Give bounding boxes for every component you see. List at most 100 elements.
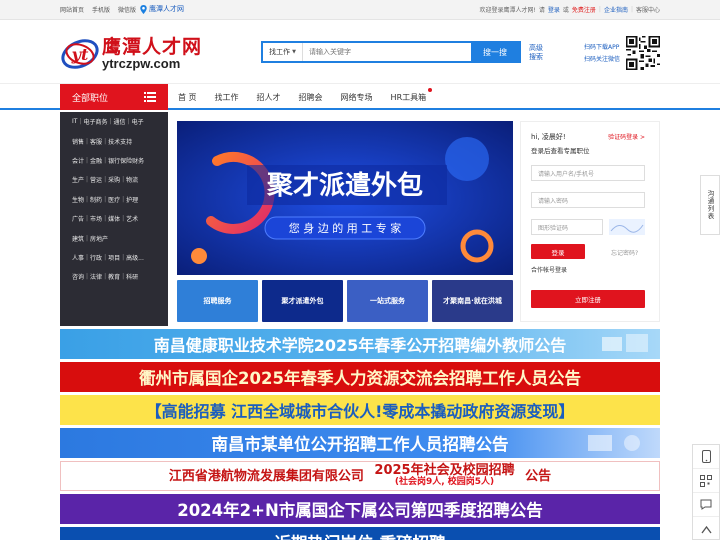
search-input[interactable] (303, 43, 471, 61)
category-link[interactable]: 技术支持 (108, 137, 132, 146)
category-link[interactable]: 生产 (72, 175, 84, 184)
category-row: 建筑 | 房地产 (60, 228, 168, 247)
enterprise-guide-link[interactable]: 企业指南 (604, 5, 628, 14)
location-selector[interactable]: 鹰潭人才网 (140, 4, 184, 14)
top-bar: 网站首页 手机版 微信版 鹰潭人才网 欢迎登录鹰潭人才网! 请 登录 或 免费注… (0, 0, 720, 20)
all-jobs-menu[interactable]: 全部职位 (60, 84, 168, 110)
category-link[interactable]: 金融 (90, 156, 102, 165)
category-link[interactable]: 建筑 (72, 234, 84, 243)
ad-banner[interactable]: 【高能招募 江西全域城市合伙人!零成本撬动政府资源变现】 (60, 395, 660, 425)
category-link[interactable]: 行政 (90, 253, 102, 262)
wechat-follow-text[interactable]: 扫码关注微信 (584, 54, 620, 66)
ad-text: 【高能招募 江西全域城市合伙人!零成本撬动政府资源变现】 (145, 402, 575, 421)
ad-text: 2024年2+N市属国企下属公司第四季度招聘公告 (177, 501, 543, 520)
register-button[interactable]: 立即注册 (531, 290, 645, 308)
category-link[interactable]: 人事 (72, 253, 84, 262)
service-center-link[interactable]: 客服中心 (636, 5, 660, 14)
category-link[interactable]: IT (72, 118, 77, 125)
side-qr-button[interactable] (693, 469, 719, 493)
category-link[interactable]: 营运 (90, 175, 102, 184)
category-link[interactable]: 项目 (108, 253, 120, 262)
nav-hr-toolbox-label: HR工具箱 (390, 93, 427, 102)
banner-thumbnail[interactable]: 招聘服务 (177, 280, 258, 322)
site-logo[interactable]: yt 鹰潭人才网 ytrczpw.com (60, 32, 201, 78)
nav-find-job[interactable]: 找工作 (215, 92, 239, 103)
category-separator: | (109, 118, 112, 126)
ad-text-stack: 2025年社会及校园招聘 (社会岗9人, 校园岗5人) (374, 464, 514, 487)
ad-text-group: 江西省港航物流发展集团有限公司 2025年社会及校园招聘 (社会岗9人, 校园岗… (169, 464, 552, 487)
banner-thumbnail[interactable]: 一站式服务 (347, 280, 428, 322)
category-separator: | (86, 137, 89, 145)
category-link[interactable]: 银行保险财务 (108, 156, 144, 165)
nav-hr-toolbox[interactable]: HR工具箱 (390, 88, 433, 103)
category-link[interactable]: 制药 (90, 195, 102, 204)
chat-list-tab[interactable]: 沟通列表 (700, 175, 720, 235)
category-link[interactable]: 媒体 (108, 214, 120, 223)
category-link[interactable]: 销售 (72, 137, 84, 146)
ad-banner[interactable]: 南昌市某单位公开招聘工作人员招聘公告 (60, 428, 660, 458)
nav-home[interactable]: 首 页 (178, 92, 197, 103)
main-nav: 全部职位 首 页 找工作 招人才 招聘会 网络专场 HR工具箱 (0, 83, 720, 110)
category-separator: | (86, 176, 89, 184)
advanced-search-link[interactable]: 高级搜索 (529, 44, 547, 62)
category-row: 生物 | 制药 | 医疗 | 护理 (60, 190, 168, 209)
category-separator: | (79, 118, 82, 126)
category-link[interactable]: 电子 (132, 117, 144, 126)
ad-text: 公告 (525, 468, 552, 484)
category-link[interactable]: 物流 (126, 175, 138, 184)
category-link[interactable]: 房地产 (90, 234, 108, 243)
ad-banner[interactable]: 江西省港航物流发展集团有限公司 2025年社会及校园招聘 (社会岗9人, 校园岗… (60, 461, 660, 491)
category-link[interactable]: 医疗 (108, 195, 120, 204)
category-link[interactable]: 会计 (72, 156, 84, 165)
category-link[interactable]: 高级... (126, 253, 144, 262)
mobile-link[interactable]: 手机版 (92, 5, 110, 14)
banner-thumbnail[interactable]: 才聚南昌·就在洪城 (432, 280, 513, 322)
top-register-link[interactable]: 免费注册 (572, 5, 596, 14)
captcha-image[interactable] (609, 219, 645, 235)
logo-domain: ytrczpw.com (102, 56, 181, 71)
partner-login-link[interactable]: 合作帐号登录 (531, 265, 567, 274)
ad-banner[interactable]: 近期热门岗位·重磅招聘 (60, 527, 660, 540)
home-link[interactable]: 网站首页 (60, 5, 84, 14)
new-badge-dot (428, 88, 433, 92)
wechat-link[interactable]: 微信版 (118, 5, 136, 14)
captcha-input[interactable]: 图形验证码 (531, 219, 603, 235)
username-input[interactable]: 请输入用户名/手机号 (531, 165, 645, 181)
ad-banner[interactable]: 2024年2+N市属国企下属公司第四季度招聘公告 (60, 494, 660, 524)
nav-online-fair[interactable]: 网络专场 (341, 92, 373, 103)
code-login-link[interactable]: 验证码登录 > (608, 132, 645, 141)
category-row: 咨询 | 法律 | 教育 | 科研 (60, 267, 168, 286)
nav-job-fair[interactable]: 招聘会 (299, 92, 323, 103)
banner-thumbnail[interactable]: 聚才派遣外包 (262, 280, 343, 322)
ad-banner[interactable]: 南昌健康职业技术学院2025年春季公开招聘编外教师公告 (60, 329, 660, 359)
top-login-link[interactable]: 登录 (548, 5, 560, 14)
nav-hire[interactable]: 招人才 (257, 92, 281, 103)
category-link[interactable]: 科研 (126, 272, 138, 281)
search-button[interactable]: 搜一搜 (471, 43, 519, 61)
category-link[interactable]: 通信 (114, 117, 126, 126)
top-right-links: 欢迎登录鹰潭人才网! 请 登录 或 免费注册 | 企业指南 | 客服中心 (479, 5, 660, 14)
category-link[interactable]: 教育 (108, 272, 120, 281)
category-link[interactable]: 艺术 (126, 214, 138, 223)
login-button[interactable]: 登录 (531, 244, 585, 259)
category-link[interactable]: 客服 (90, 137, 102, 146)
category-link[interactable]: 采购 (108, 175, 120, 184)
category-link[interactable]: 法律 (90, 272, 102, 281)
side-top-button[interactable] (693, 517, 719, 540)
forgot-password-link[interactable]: 忘记密码? (611, 248, 638, 257)
side-mobile-button[interactable] (693, 445, 719, 469)
category-link[interactable]: 电子商务 (83, 117, 107, 126)
divider: | (630, 6, 633, 13)
feedback-icon (700, 499, 712, 510)
category-link[interactable]: 广告 (72, 214, 84, 223)
category-link[interactable]: 市场 (90, 214, 102, 223)
category-link[interactable]: 咨询 (72, 272, 84, 281)
category-link[interactable]: 生物 (72, 195, 84, 204)
side-feedback-button[interactable] (693, 493, 719, 517)
search-type-select[interactable]: 找工作 ▼ (263, 43, 303, 61)
app-download-text[interactable]: 扫码下载APP (584, 42, 620, 54)
category-link[interactable]: 护理 (126, 195, 138, 204)
hero-banner[interactable]: 聚才派遣外包 您 身 边 的 用 工 专 家 (177, 121, 513, 275)
ad-banner[interactable]: 衢州市属国企2025年春季人力资源交流会招聘工作人员公告 (60, 362, 660, 392)
password-input[interactable]: 请输入密码 (531, 192, 645, 208)
